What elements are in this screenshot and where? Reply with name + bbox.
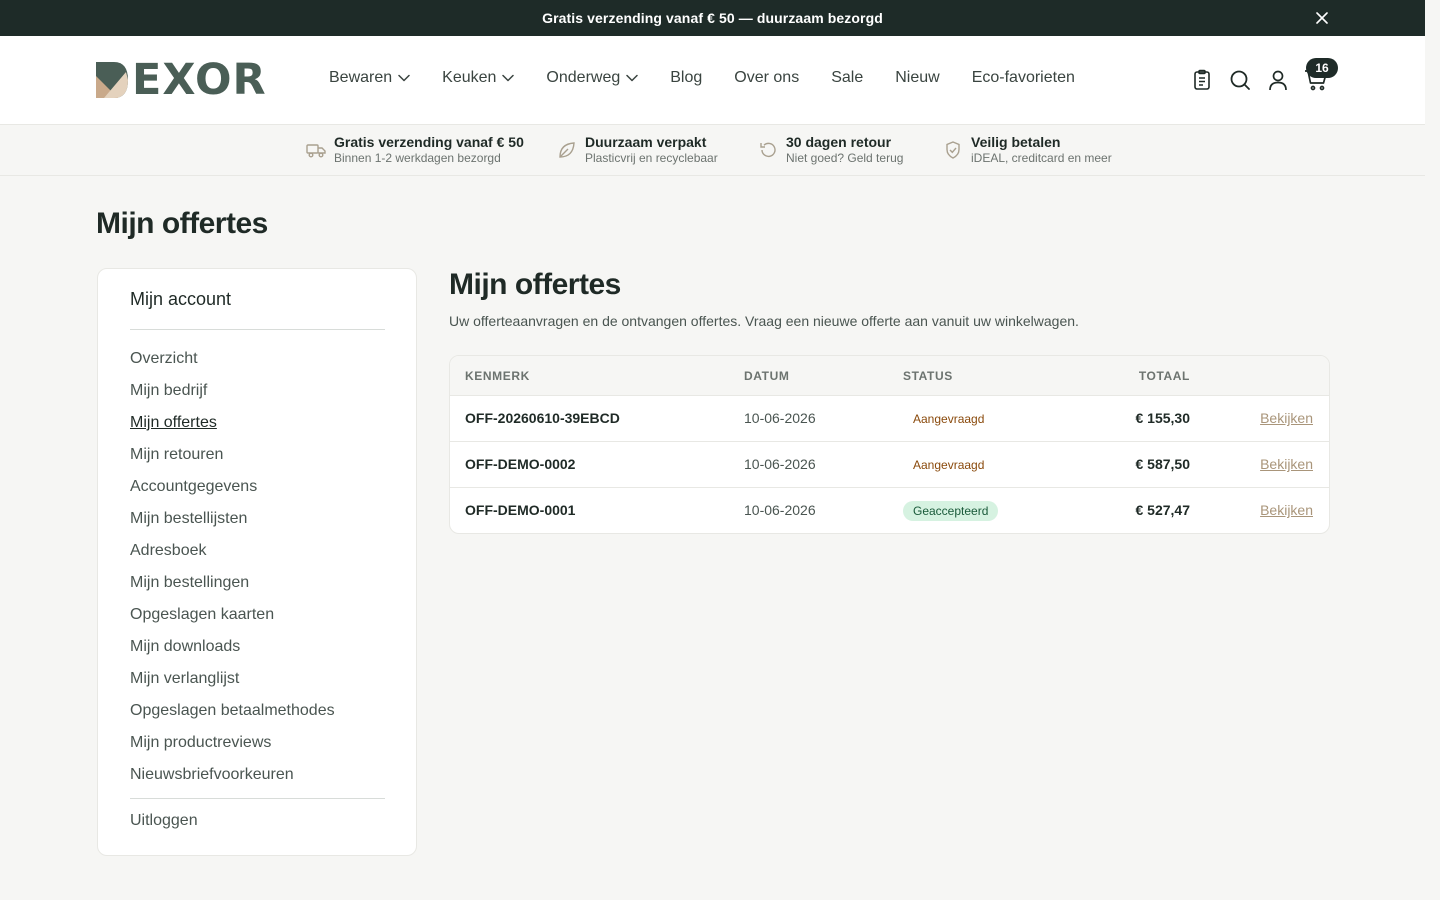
sidebar-item-accountgegevens[interactable]: Accountgegevens: [130, 475, 335, 507]
table-header: KENMERK DATUM STATUS TOTAAL: [450, 356, 1329, 396]
table-row: OFF-DEMO-0002 10-06-2026 Aangevraagd € 587,…: [450, 442, 1329, 488]
nav-item-keuken[interactable]: Keuken: [442, 69, 515, 87]
quote-total: € 527,47: [1135, 502, 1191, 518]
nav-item-label: Sale: [831, 69, 864, 86]
sidebar-item-mijn-offertes[interactable]: Mijn offertes: [130, 411, 335, 443]
column-header-ref: KENMERK: [465, 369, 530, 383]
usp-item: Veilig betalen iDEAL, creditcard en meer: [943, 133, 1112, 166]
view-quote-link[interactable]: Bekijken: [1260, 456, 1313, 472]
quote-date: 10-06-2026: [744, 410, 816, 426]
search-icon[interactable]: [1228, 68, 1252, 92]
column-header-date: DATUM: [744, 369, 790, 383]
table-body: OFF-20260610-39EBCD 10-06-2026 Aangevraagd…: [450, 396, 1329, 533]
divider: [130, 329, 385, 330]
quotes-table: KENMERK DATUM STATUS TOTAAL OFF-20260610…: [449, 355, 1330, 534]
main-nav: Bewaren Keuken Onderweg Blog Over ons Sale Nie…: [329, 69, 1107, 87]
announcement-bar: Gratis verzending vanaf € 50 — duurzaam …: [0, 0, 1425, 36]
usp-title: Duurzaam verpakt: [585, 134, 707, 150]
account-sidebar: Mijn account Overzicht Mijn bedrijf Mijn o…: [97, 268, 417, 856]
chevron-down-icon: [502, 74, 515, 82]
logo-text: EXOR: [132, 55, 267, 105]
usp-item: Duurzaam verpakt Plasticvrij en recycleba…: [557, 133, 718, 166]
leaf-icon: [557, 140, 577, 160]
status-badge-cell: Aangevraagd: [903, 409, 994, 429]
sidebar-item-adresboek[interactable]: Adresboek: [130, 539, 335, 571]
nav-item-label: Keuken: [442, 69, 497, 86]
nav-item-label: Over ons: [734, 69, 800, 86]
sidebar-item-overzicht[interactable]: Overzicht: [130, 347, 335, 379]
logo-mark-icon: [96, 62, 128, 98]
close-icon[interactable]: [1313, 9, 1331, 27]
user-icon[interactable]: [1266, 68, 1290, 92]
truck-icon: [306, 140, 326, 160]
nav-item-bewaren[interactable]: Bewaren: [329, 69, 410, 87]
chevron-down-icon: [398, 74, 410, 82]
divider: [130, 798, 385, 799]
usp-item: Gratis verzending vanaf € 50 Binnen 1-2 w…: [306, 133, 524, 166]
quote-date: 10-06-2026: [744, 456, 816, 472]
sidebar-item-mijn-productreviews[interactable]: Mijn productreviews: [130, 731, 335, 763]
site-header: EXOR Bewaren Keuken Onderweg Blog Over ons Sa…: [0, 36, 1425, 125]
status-badge: Aangevraagd: [913, 458, 985, 472]
chevron-down-icon: [626, 74, 638, 82]
view-quote-link[interactable]: Bekijken: [1260, 502, 1313, 518]
quote-reference: OFF-DEMO-0001: [465, 502, 576, 518]
announcement-text: Gratis verzending vanaf € 50 — duurzaam …: [542, 10, 883, 26]
usp-title: Veilig betalen: [971, 134, 1061, 150]
quote-total: € 155,30: [1135, 410, 1191, 426]
nav-item-eco-favorieten[interactable]: Eco-favorieten: [972, 69, 1075, 87]
view-quote-link[interactable]: Bekijken: [1260, 410, 1313, 426]
quote-reference: OFF-DEMO-0002: [465, 456, 576, 472]
sidebar-item-nieuwsbriefvoorkeuren[interactable]: Nieuwsbriefvoorkeuren: [130, 763, 335, 795]
nav-item-blog[interactable]: Blog: [670, 69, 702, 87]
return-icon: [758, 140, 778, 160]
sidebar-item-mijn-bestellingen[interactable]: Mijn bestellingen: [130, 571, 335, 603]
status-badge-cell: Geaccepteerd: [903, 501, 999, 521]
quote-reference: OFF-20260610-39EBCD: [465, 410, 620, 426]
nav-item-label: Eco-favorieten: [971, 69, 1075, 86]
nav-item-onderweg[interactable]: Onderweg: [546, 69, 638, 87]
page-title: Mijn offertes: [96, 207, 268, 240]
quote-total: € 587,50: [1135, 456, 1191, 472]
table-row: OFF-20260610-39EBCD 10-06-2026 Aangevraagd…: [450, 396, 1329, 442]
sidebar-item-mijn-verlanglijst[interactable]: Mijn verlanglijst: [130, 667, 335, 699]
usp-title: Gratis verzending vanaf € 50: [334, 134, 524, 150]
nav-item-label: Onderweg: [546, 69, 621, 86]
cart-count-badge: 16: [1306, 58, 1338, 78]
sidebar-item-mijn-bedrijf[interactable]: Mijn bedrijf: [130, 379, 335, 411]
content-title: Mijn offertes: [449, 268, 621, 301]
status-badge-cell: Aangevraagd: [903, 455, 994, 475]
nav-item-label: Bewaren: [329, 69, 393, 86]
nav-item-label: Nieuw: [895, 69, 940, 86]
content-intro: Uw offerteaanvragen en de ontvangen offe…: [449, 313, 1079, 329]
quote-date: 10-06-2026: [744, 502, 816, 518]
sidebar-item-mijn-bestellijsten[interactable]: Mijn bestellijsten: [130, 507, 335, 539]
nav-item-label: Blog: [670, 69, 703, 86]
sidebar-title: Mijn account: [130, 289, 232, 309]
column-header-status: STATUS: [903, 369, 953, 383]
nav-item-sale[interactable]: Sale: [831, 69, 863, 87]
sidebar-item-mijn-downloads[interactable]: Mijn downloads: [130, 635, 335, 667]
usp-subtitle: Plasticvrij en recyclebaar: [585, 151, 718, 165]
sidebar-item-mijn-retouren[interactable]: Mijn retouren: [130, 443, 335, 475]
nav-item-nieuw[interactable]: Nieuw: [895, 69, 939, 87]
usp-item: 30 dagen retour Niet goed? Geld terug: [758, 133, 903, 166]
column-header-total: TOTAAL: [1138, 369, 1190, 383]
sidebar-menu: Overzicht Mijn bedrijf Mijn offertes Mijn r…: [130, 347, 335, 795]
usp-subtitle: Niet goed? Geld terug: [786, 151, 904, 165]
status-badge: Geaccepteerd: [903, 501, 999, 521]
status-badge: Aangevraagd: [913, 412, 985, 426]
sidebar-item-opgeslagen-betaalmethodes[interactable]: Opgeslagen betaalmethodes: [130, 699, 335, 731]
usp-title: 30 dagen retour: [786, 134, 892, 150]
usp-subtitle: iDEAL, creditcard en meer: [971, 151, 1112, 165]
sidebar-item-opgeslagen-kaarten[interactable]: Opgeslagen kaarten: [130, 603, 335, 635]
usp-bar: Gratis verzending vanaf € 50 Binnen 1-2 w…: [0, 125, 1425, 176]
table-row: OFF-DEMO-0001 10-06-2026 Geaccepteerd € 527…: [450, 488, 1329, 533]
clipboard-icon[interactable]: [1190, 68, 1214, 92]
usp-subtitle: Binnen 1-2 werkdagen bezorgd: [334, 151, 501, 165]
nav-item-over-ons[interactable]: Over ons: [734, 69, 799, 87]
logo[interactable]: EXOR: [96, 55, 267, 105]
shield-icon: [943, 140, 963, 160]
logout-link[interactable]: Uitloggen: [130, 812, 198, 830]
